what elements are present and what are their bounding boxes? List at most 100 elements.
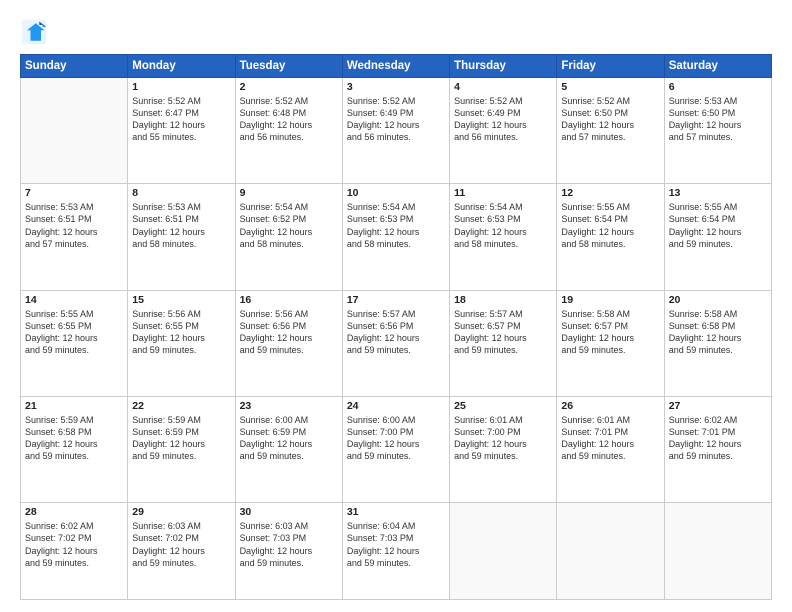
day-number: 2 xyxy=(240,81,338,93)
day-info: Sunrise: 5:57 AM Sunset: 6:57 PM Dayligh… xyxy=(454,308,552,357)
calendar-cell: 16Sunrise: 5:56 AM Sunset: 6:56 PM Dayli… xyxy=(235,290,342,396)
calendar-week-4: 21 Sunrise: 5:59 AM Sunset: 6:58 PM Dayli… xyxy=(21,396,772,502)
day-info: Sunrise: 5:56 AM Sunset: 6:56 PM Dayligh… xyxy=(240,308,338,357)
calendar-cell: 11 Sunrise: 5:54 AM Sunset: 6:53 PM Dayli… xyxy=(450,184,557,290)
logo-icon xyxy=(20,18,48,46)
calendar-cell: 17 Sunrise: 5:57 AM Sunset: 6:56 PM Dayli… xyxy=(342,290,449,396)
day-number: 6 xyxy=(669,81,767,93)
day-info: Sunrise: 5:54 AM Sunset: 6:53 PM Dayligh… xyxy=(454,201,552,250)
day-number: 31 xyxy=(347,506,445,518)
header xyxy=(20,18,772,46)
calendar-cell: 13Sunrise: 5:55 AM Sunset: 6:54 PM Dayli… xyxy=(664,184,771,290)
calendar-cell xyxy=(450,503,557,600)
day-number: 10 xyxy=(347,187,445,199)
day-number: 18 xyxy=(454,294,552,306)
day-info: Sunrise: 5:52 AM Sunset: 6:47 PM Dayligh… xyxy=(132,95,230,144)
day-info: Sunrise: 5:53 AM Sunset: 6:51 PM Dayligh… xyxy=(25,201,123,250)
day-info: Sunrise: 5:57 AM Sunset: 6:56 PM Dayligh… xyxy=(347,308,445,357)
day-info: Sunrise: 6:01 AM Sunset: 7:01 PM Dayligh… xyxy=(561,414,659,463)
calendar-header-sunday: Sunday xyxy=(21,55,128,78)
day-number: 7 xyxy=(25,187,123,199)
calendar-cell: 1Sunrise: 5:52 AM Sunset: 6:47 PM Daylig… xyxy=(128,78,235,184)
calendar-table: SundayMondayTuesdayWednesdayThursdayFrid… xyxy=(20,54,772,600)
calendar-cell xyxy=(664,503,771,600)
day-number: 9 xyxy=(240,187,338,199)
calendar-cell: 21 Sunrise: 5:59 AM Sunset: 6:58 PM Dayli… xyxy=(21,396,128,502)
calendar-cell: 24 Sunrise: 6:00 AM Sunset: 7:00 PM Dayli… xyxy=(342,396,449,502)
day-info: Sunrise: 6:01 AM Sunset: 7:00 PM Dayligh… xyxy=(454,414,552,463)
calendar-cell: 3Sunrise: 5:52 AM Sunset: 6:49 PM Daylig… xyxy=(342,78,449,184)
page: SundayMondayTuesdayWednesdayThursdayFrid… xyxy=(0,0,792,612)
calendar-cell: 2 Sunrise: 5:52 AM Sunset: 6:48 PM Daylig… xyxy=(235,78,342,184)
day-info: Sunrise: 5:58 AM Sunset: 6:58 PM Dayligh… xyxy=(669,308,767,357)
day-info: Sunrise: 5:52 AM Sunset: 6:48 PM Dayligh… xyxy=(240,95,338,144)
calendar-cell: 27 Sunrise: 6:02 AM Sunset: 7:01 PM Dayli… xyxy=(664,396,771,502)
day-info: Sunrise: 6:03 AM Sunset: 7:03 PM Dayligh… xyxy=(240,520,338,569)
day-number: 30 xyxy=(240,506,338,518)
calendar-cell: 31 Sunrise: 6:04 AM Sunset: 7:03 PM Dayli… xyxy=(342,503,449,600)
calendar-cell: 4Sunrise: 5:52 AM Sunset: 6:49 PM Daylig… xyxy=(450,78,557,184)
day-info: Sunrise: 6:02 AM Sunset: 7:01 PM Dayligh… xyxy=(669,414,767,463)
calendar-header-tuesday: Tuesday xyxy=(235,55,342,78)
calendar-cell: 10 Sunrise: 5:54 AM Sunset: 6:53 PM Dayli… xyxy=(342,184,449,290)
day-info: Sunrise: 6:00 AM Sunset: 7:00 PM Dayligh… xyxy=(347,414,445,463)
calendar-header-row: SundayMondayTuesdayWednesdayThursdayFrid… xyxy=(21,55,772,78)
calendar-week-1: 1Sunrise: 5:52 AM Sunset: 6:47 PM Daylig… xyxy=(21,78,772,184)
day-number: 19 xyxy=(561,294,659,306)
calendar-cell: 18 Sunrise: 5:57 AM Sunset: 6:57 PM Dayli… xyxy=(450,290,557,396)
calendar-header-monday: Monday xyxy=(128,55,235,78)
calendar-cell: 29 Sunrise: 6:03 AM Sunset: 7:02 PM Dayli… xyxy=(128,503,235,600)
calendar-week-3: 14 Sunrise: 5:55 AM Sunset: 6:55 PM Dayli… xyxy=(21,290,772,396)
day-number: 12 xyxy=(561,187,659,199)
day-number: 24 xyxy=(347,400,445,412)
calendar-cell: 8 Sunrise: 5:53 AM Sunset: 6:51 PM Daylig… xyxy=(128,184,235,290)
calendar-cell: 25 Sunrise: 6:01 AM Sunset: 7:00 PM Dayli… xyxy=(450,396,557,502)
day-number: 29 xyxy=(132,506,230,518)
day-info: Sunrise: 6:03 AM Sunset: 7:02 PM Dayligh… xyxy=(132,520,230,569)
day-info: Sunrise: 5:52 AM Sunset: 6:49 PM Dayligh… xyxy=(347,95,445,144)
day-info: Sunrise: 5:55 AM Sunset: 6:54 PM Dayligh… xyxy=(669,201,767,250)
calendar-cell: 19 Sunrise: 5:58 AM Sunset: 6:57 PM Dayli… xyxy=(557,290,664,396)
day-info: Sunrise: 5:54 AM Sunset: 6:52 PM Dayligh… xyxy=(240,201,338,250)
calendar-cell xyxy=(557,503,664,600)
calendar-cell: 30 Sunrise: 6:03 AM Sunset: 7:03 PM Dayli… xyxy=(235,503,342,600)
calendar-cell: 9 Sunrise: 5:54 AM Sunset: 6:52 PM Daylig… xyxy=(235,184,342,290)
calendar-cell: 6 Sunrise: 5:53 AM Sunset: 6:50 PM Daylig… xyxy=(664,78,771,184)
day-number: 5 xyxy=(561,81,659,93)
calendar-cell: 28 Sunrise: 6:02 AM Sunset: 7:02 PM Dayli… xyxy=(21,503,128,600)
calendar-cell: 15 Sunrise: 5:56 AM Sunset: 6:55 PM Dayli… xyxy=(128,290,235,396)
logo xyxy=(20,18,54,46)
calendar-week-2: 7 Sunrise: 5:53 AM Sunset: 6:51 PM Daylig… xyxy=(21,184,772,290)
calendar-header-wednesday: Wednesday xyxy=(342,55,449,78)
day-info: Sunrise: 5:58 AM Sunset: 6:57 PM Dayligh… xyxy=(561,308,659,357)
day-number: 14 xyxy=(25,294,123,306)
day-info: Sunrise: 5:59 AM Sunset: 6:58 PM Dayligh… xyxy=(25,414,123,463)
day-info: Sunrise: 5:55 AM Sunset: 6:54 PM Dayligh… xyxy=(561,201,659,250)
calendar-cell: 26 Sunrise: 6:01 AM Sunset: 7:01 PM Dayli… xyxy=(557,396,664,502)
day-info: Sunrise: 5:52 AM Sunset: 6:49 PM Dayligh… xyxy=(454,95,552,144)
day-info: Sunrise: 5:54 AM Sunset: 6:53 PM Dayligh… xyxy=(347,201,445,250)
calendar-header-thursday: Thursday xyxy=(450,55,557,78)
day-info: Sunrise: 6:00 AM Sunset: 6:59 PM Dayligh… xyxy=(240,414,338,463)
day-number: 25 xyxy=(454,400,552,412)
day-number: 8 xyxy=(132,187,230,199)
calendar-header-saturday: Saturday xyxy=(664,55,771,78)
day-number: 17 xyxy=(347,294,445,306)
calendar-cell: 14 Sunrise: 5:55 AM Sunset: 6:55 PM Dayli… xyxy=(21,290,128,396)
day-info: Sunrise: 5:52 AM Sunset: 6:50 PM Dayligh… xyxy=(561,95,659,144)
calendar-cell: 5 Sunrise: 5:52 AM Sunset: 6:50 PM Daylig… xyxy=(557,78,664,184)
day-info: Sunrise: 5:56 AM Sunset: 6:55 PM Dayligh… xyxy=(132,308,230,357)
day-info: Sunrise: 6:04 AM Sunset: 7:03 PM Dayligh… xyxy=(347,520,445,569)
day-number: 21 xyxy=(25,400,123,412)
calendar-cell: 12 Sunrise: 5:55 AM Sunset: 6:54 PM Dayli… xyxy=(557,184,664,290)
day-info: Sunrise: 5:55 AM Sunset: 6:55 PM Dayligh… xyxy=(25,308,123,357)
day-number: 28 xyxy=(25,506,123,518)
day-number: 15 xyxy=(132,294,230,306)
day-number: 26 xyxy=(561,400,659,412)
day-number: 23 xyxy=(240,400,338,412)
day-info: Sunrise: 6:02 AM Sunset: 7:02 PM Dayligh… xyxy=(25,520,123,569)
day-number: 11 xyxy=(454,187,552,199)
day-number: 27 xyxy=(669,400,767,412)
day-info: Sunrise: 5:53 AM Sunset: 6:50 PM Dayligh… xyxy=(669,95,767,144)
day-info: Sunrise: 5:53 AM Sunset: 6:51 PM Dayligh… xyxy=(132,201,230,250)
